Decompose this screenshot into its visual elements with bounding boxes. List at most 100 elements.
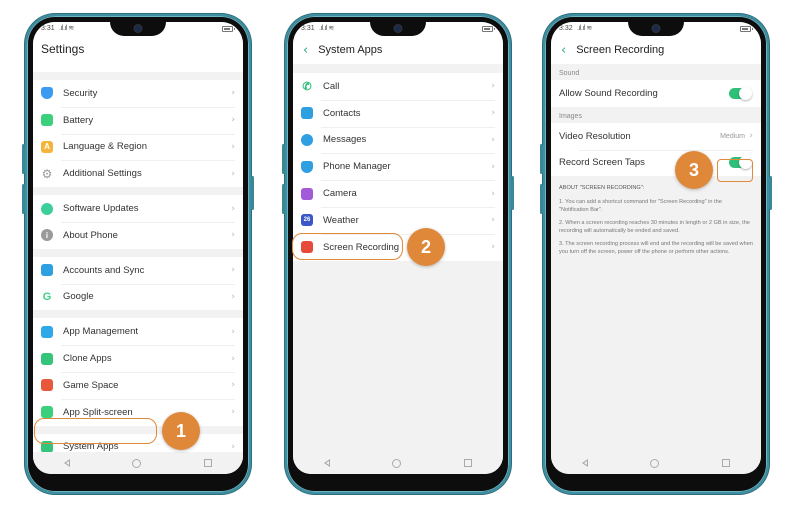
about-section: ABOUT "SCREEN RECORDING": 1. You can add… bbox=[551, 176, 761, 270]
list-item-weather[interactable]: 26 Weather › bbox=[293, 206, 503, 234]
page-title: Screen Recording bbox=[576, 44, 665, 56]
chevron-right-icon: › bbox=[491, 161, 495, 172]
chevron-right-icon: › bbox=[231, 441, 235, 452]
group-divider bbox=[33, 248, 243, 257]
volume-button bbox=[282, 184, 285, 214]
list-item-label: Clone Apps bbox=[63, 353, 112, 365]
list-item-messages[interactable]: Messages › bbox=[293, 126, 503, 154]
nav-home-icon[interactable] bbox=[650, 458, 660, 468]
about-item: 1. You can add a shortcut command for "S… bbox=[559, 198, 722, 213]
person-icon bbox=[41, 264, 53, 277]
settings-group: Accounts and Sync › G Google › bbox=[33, 256, 243, 311]
notch bbox=[628, 22, 684, 36]
list-item-accounts-and-sync[interactable]: Accounts and Sync › bbox=[33, 257, 243, 284]
step-badge-1: 1 bbox=[162, 412, 200, 450]
navigation-bar bbox=[33, 452, 243, 474]
chevron-right-icon: › bbox=[231, 88, 235, 99]
front-camera-icon bbox=[394, 25, 402, 32]
chevron-right-icon: › bbox=[231, 230, 235, 241]
list-item-call[interactable]: ✆ Call › bbox=[293, 73, 503, 100]
list-item-google[interactable]: G Google › bbox=[33, 283, 243, 311]
top-bar: ‹ System Apps bbox=[293, 36, 503, 64]
battery-status-icon bbox=[740, 26, 753, 32]
navigation-bar bbox=[551, 452, 761, 474]
step-badge-2: 2 bbox=[407, 228, 445, 266]
split-screen-icon bbox=[41, 406, 53, 419]
update-icon bbox=[41, 202, 53, 215]
list-item-battery[interactable]: Battery › bbox=[33, 106, 243, 134]
screen: 3:32 .ıl.ıl ≋ ‹ Screen Recording Sound A… bbox=[551, 22, 761, 474]
back-arrow-icon[interactable]: ‹ bbox=[303, 43, 308, 58]
list-item-label: Language & Region bbox=[63, 141, 147, 153]
list-item-phone-manager[interactable]: Phone Manager › bbox=[293, 153, 503, 180]
list-item-security[interactable]: Security › bbox=[33, 80, 243, 107]
chevron-right-icon: › bbox=[749, 131, 753, 142]
signal-icon: .ıl.ıl ≋ bbox=[319, 25, 334, 32]
list-item-contacts[interactable]: Contacts › bbox=[293, 99, 503, 127]
volume-button bbox=[22, 144, 25, 174]
power-button bbox=[511, 176, 514, 210]
about-item: 3. The screen recording process will end… bbox=[559, 240, 753, 256]
volume-button bbox=[540, 184, 543, 214]
front-camera-icon bbox=[134, 25, 142, 32]
partial-list-row bbox=[33, 62, 243, 72]
about-item: 2. When a screen recording reaches 30 mi… bbox=[559, 219, 750, 234]
highlight-system-apps bbox=[34, 418, 157, 444]
weather-icon: 26 bbox=[301, 214, 313, 227]
list-item-additional-settings[interactable]: ⚙ Additional Settings › bbox=[33, 160, 243, 187]
chevron-right-icon: › bbox=[491, 134, 495, 145]
chevron-right-icon: › bbox=[231, 380, 235, 391]
chevron-right-icon: › bbox=[231, 407, 235, 418]
back-arrow-icon[interactable]: ‹ bbox=[561, 43, 566, 58]
list-item-label: Call bbox=[323, 80, 340, 92]
list-item-software-updates[interactable]: Software Updates › bbox=[33, 195, 243, 222]
section-label-images: Images bbox=[551, 106, 761, 123]
nav-recents-icon[interactable] bbox=[463, 459, 472, 467]
power-button bbox=[251, 176, 254, 210]
signal-icon: .ıl.ıl ≋ bbox=[59, 25, 74, 32]
page-title: System Apps bbox=[318, 44, 383, 56]
shield-icon bbox=[41, 87, 53, 100]
list-item-label: Phone Manager bbox=[323, 161, 391, 173]
list-item-label: Security bbox=[63, 87, 98, 99]
nav-recents-icon[interactable] bbox=[203, 459, 212, 467]
battery-status-icon bbox=[482, 26, 495, 32]
list-item-about-phone[interactable]: i About Phone › bbox=[33, 221, 243, 249]
list-item-camera[interactable]: Camera › bbox=[293, 180, 503, 207]
allow-sound-recording-toggle[interactable] bbox=[729, 86, 752, 100]
list-item-label: App Management bbox=[63, 326, 138, 338]
video-resolution-row[interactable]: Video Resolution Medium › bbox=[551, 123, 761, 150]
list-item-clone-apps[interactable]: Clone Apps › bbox=[33, 345, 243, 372]
list-item-app-management[interactable]: App Management › bbox=[33, 318, 243, 345]
step-badge-3: 3 bbox=[675, 151, 713, 189]
volume-button bbox=[540, 144, 543, 174]
nav-home-icon[interactable] bbox=[132, 458, 142, 468]
nav-recents-icon[interactable] bbox=[721, 459, 730, 467]
message-icon bbox=[301, 133, 313, 146]
chevron-right-icon: › bbox=[231, 353, 235, 364]
nav-back-icon[interactable] bbox=[324, 459, 331, 467]
camera-icon bbox=[301, 187, 313, 200]
phone-icon: ✆ bbox=[302, 80, 312, 93]
settings-group: Software Updates › i About Phone › bbox=[33, 195, 243, 249]
list-item-game-space[interactable]: Game Space › bbox=[33, 371, 243, 399]
nav-back-icon[interactable] bbox=[582, 459, 589, 467]
highlight-record-screen-taps-toggle bbox=[717, 159, 753, 182]
power-button bbox=[769, 176, 772, 210]
nav-back-icon[interactable] bbox=[64, 459, 71, 467]
list-item-label: Google bbox=[63, 291, 94, 303]
chevron-right-icon: › bbox=[491, 188, 495, 199]
volume-button bbox=[282, 144, 285, 174]
chevron-right-icon: › bbox=[231, 141, 235, 152]
notch bbox=[370, 22, 426, 36]
list-item-label: Additional Settings bbox=[63, 168, 142, 180]
status-time: 3:31 bbox=[41, 25, 55, 32]
nav-home-icon[interactable] bbox=[392, 458, 402, 468]
group-divider bbox=[33, 72, 243, 80]
battery-icon bbox=[41, 114, 53, 127]
chevron-right-icon: › bbox=[231, 326, 235, 337]
allow-sound-recording-row[interactable]: Allow Sound Recording bbox=[551, 80, 761, 107]
game-space-icon bbox=[41, 379, 53, 392]
chevron-right-icon: › bbox=[231, 265, 235, 276]
list-item-language-region[interactable]: A Language & Region › bbox=[33, 133, 243, 161]
